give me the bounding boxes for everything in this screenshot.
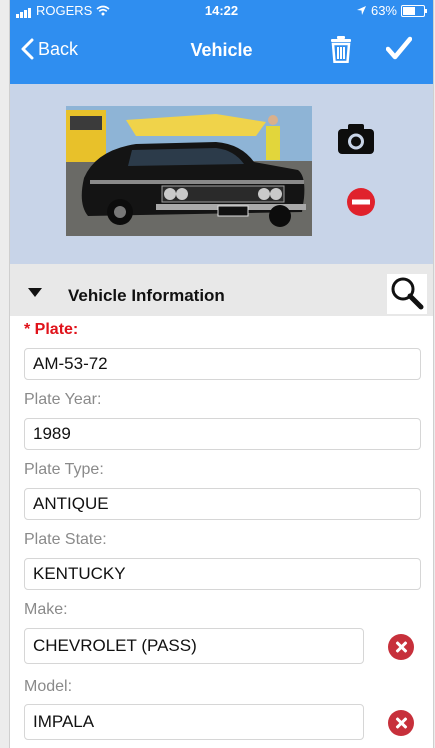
- plate-type-field[interactable]: ANTIQUE: [24, 488, 421, 520]
- plate-field[interactable]: AM-53-72: [24, 348, 421, 380]
- chevron-left-icon: [21, 38, 34, 60]
- model-field[interactable]: IMPALA: [24, 704, 364, 740]
- make-field[interactable]: CHEVROLET (PASS): [24, 628, 364, 664]
- plate-state-label: Plate State:: [24, 531, 107, 548]
- vehicle-photo-area: [10, 84, 433, 264]
- checkmark-icon[interactable]: [386, 36, 412, 60]
- status-right: 63%: [356, 3, 427, 18]
- navigation-bar: Back Vehicle: [10, 20, 433, 84]
- trash-icon[interactable]: [330, 35, 352, 63]
- plate-year-field[interactable]: 1989: [24, 418, 421, 450]
- section-title: Vehicle Information: [68, 286, 225, 305]
- make-label: Make:: [24, 601, 68, 618]
- phone-screen: ROGERS 14:22 63% Back Vehicle Vehicle In…: [9, 0, 434, 748]
- clear-make-button[interactable]: [388, 634, 414, 660]
- location-arrow-icon: [356, 6, 366, 15]
- minus-circle-icon[interactable]: [346, 187, 376, 217]
- battery-icon: [401, 4, 427, 17]
- triangle-down-icon[interactable]: [28, 288, 42, 297]
- status-bar: ROGERS 14:22 63%: [10, 0, 433, 20]
- search-button[interactable]: [387, 274, 427, 314]
- camera-icon[interactable]: [336, 122, 376, 156]
- plate-label: * Plate:: [24, 321, 79, 338]
- plate-state-field[interactable]: KENTUCKY: [24, 558, 421, 590]
- model-label: Model:: [24, 678, 73, 695]
- vehicle-photo[interactable]: [66, 106, 312, 236]
- section-header[interactable]: Vehicle Information: [10, 264, 433, 316]
- back-label: Back: [38, 38, 79, 59]
- magnifier-icon: [391, 277, 424, 310]
- back-button[interactable]: Back: [20, 38, 78, 60]
- plate-year-label: Plate Year:: [24, 391, 102, 408]
- clear-model-button[interactable]: [388, 710, 414, 736]
- battery-percent: 63%: [370, 3, 397, 18]
- plate-type-label: Plate Type:: [24, 461, 104, 478]
